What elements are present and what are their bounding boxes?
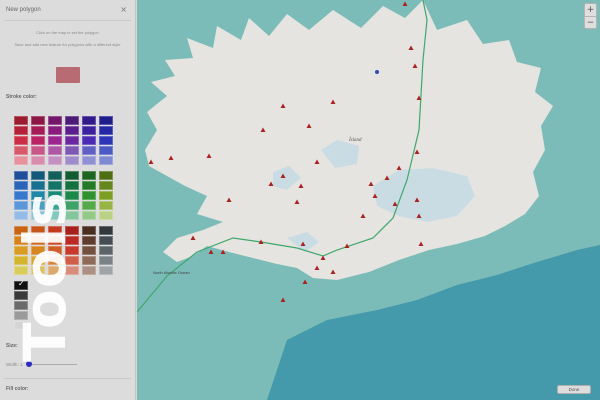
swatch-row xyxy=(14,156,113,165)
color-swatch[interactable] xyxy=(65,126,79,135)
color-swatch[interactable] xyxy=(48,146,62,155)
panel-title: New polygon xyxy=(6,7,41,13)
color-swatch[interactable] xyxy=(65,146,79,155)
color-swatch[interactable] xyxy=(99,201,113,210)
color-swatch[interactable] xyxy=(82,211,96,220)
color-swatch[interactable] xyxy=(31,136,45,145)
color-swatch[interactable] xyxy=(99,266,113,275)
stroke-color-label: Stroke color: xyxy=(6,94,37,100)
fill-color-label: Fill color: xyxy=(6,386,29,392)
color-swatch[interactable] xyxy=(48,171,62,180)
panel-divider xyxy=(4,20,131,21)
color-swatch[interactable] xyxy=(82,116,96,125)
color-swatch[interactable] xyxy=(82,201,96,210)
color-swatch[interactable] xyxy=(82,136,96,145)
swatch-row xyxy=(14,181,113,190)
color-swatch[interactable] xyxy=(48,116,62,125)
color-swatch[interactable] xyxy=(14,116,28,125)
color-swatch[interactable] xyxy=(31,171,45,180)
color-swatch[interactable] xyxy=(99,136,113,145)
map-label-country: Ísland xyxy=(349,138,362,143)
color-swatch[interactable] xyxy=(99,246,113,255)
location-dot xyxy=(375,70,379,74)
color-swatch[interactable] xyxy=(99,256,113,265)
color-swatch[interactable] xyxy=(82,126,96,135)
color-swatch[interactable] xyxy=(14,136,28,145)
color-swatch[interactable] xyxy=(99,156,113,165)
color-swatch[interactable] xyxy=(99,171,113,180)
color-swatch[interactable] xyxy=(99,181,113,190)
swatch-row xyxy=(14,136,113,145)
color-swatch[interactable] xyxy=(65,116,79,125)
color-swatch[interactable] xyxy=(82,236,96,245)
width-label: Width: 1 xyxy=(6,361,23,367)
zoom-out-button[interactable]: − xyxy=(585,16,596,28)
panel-header: New polygon × xyxy=(0,0,135,20)
zoom-control: + − xyxy=(584,3,597,29)
color-swatch[interactable] xyxy=(82,181,96,190)
color-swatch[interactable] xyxy=(99,116,113,125)
swatch-row xyxy=(14,146,113,155)
color-swatch[interactable] xyxy=(65,181,79,190)
width-slider-track xyxy=(26,363,77,365)
color-swatch[interactable] xyxy=(82,156,96,165)
color-swatch[interactable] xyxy=(31,116,45,125)
color-swatch[interactable] xyxy=(14,156,28,165)
color-swatch[interactable] xyxy=(99,211,113,220)
swatch-row xyxy=(14,116,113,125)
color-swatch[interactable] xyxy=(65,136,79,145)
map-canvas[interactable]: Ísland North Atlantic Ocean + − Done xyxy=(137,0,600,400)
panel-divider-bottom xyxy=(4,378,131,379)
color-swatch[interactable] xyxy=(31,146,45,155)
zoom-in-button[interactable]: + xyxy=(585,4,596,16)
swatch-row xyxy=(14,126,113,135)
color-swatch[interactable] xyxy=(14,126,28,135)
instruction-subtext: Save and add new feature for polygons wi… xyxy=(14,42,121,47)
close-icon[interactable]: × xyxy=(120,6,127,14)
color-swatch[interactable] xyxy=(14,181,28,190)
color-swatch[interactable] xyxy=(31,126,45,135)
color-swatch[interactable] xyxy=(99,226,113,235)
color-swatch[interactable] xyxy=(48,126,62,135)
color-swatch[interactable] xyxy=(82,226,96,235)
swatch-row xyxy=(14,171,113,180)
color-swatch[interactable] xyxy=(31,156,45,165)
style-preview-swatch xyxy=(55,67,80,83)
color-swatch[interactable] xyxy=(14,146,28,155)
done-button[interactable]: Done xyxy=(557,385,591,394)
color-swatch[interactable] xyxy=(99,236,113,245)
color-swatch[interactable] xyxy=(14,171,28,180)
color-swatch[interactable] xyxy=(82,266,96,275)
color-swatch[interactable] xyxy=(99,146,113,155)
color-swatch[interactable] xyxy=(31,181,45,190)
instruction-text: Click on the map to set the polygon xyxy=(36,30,99,35)
tools-watermark: Tools xyxy=(11,191,79,362)
color-swatch[interactable] xyxy=(65,156,79,165)
color-swatch[interactable] xyxy=(82,191,96,200)
color-swatch[interactable] xyxy=(82,171,96,180)
color-swatch[interactable] xyxy=(48,136,62,145)
map-label-place: North Atlantic Ocean xyxy=(153,270,190,275)
color-swatch[interactable] xyxy=(99,126,113,135)
color-swatch[interactable] xyxy=(82,246,96,255)
color-swatch[interactable] xyxy=(82,256,96,265)
map-svg[interactable] xyxy=(137,0,600,400)
color-swatch[interactable] xyxy=(48,181,62,190)
color-swatch[interactable] xyxy=(82,146,96,155)
color-swatch[interactable] xyxy=(48,156,62,165)
color-swatch[interactable] xyxy=(99,191,113,200)
color-swatch[interactable] xyxy=(65,171,79,180)
